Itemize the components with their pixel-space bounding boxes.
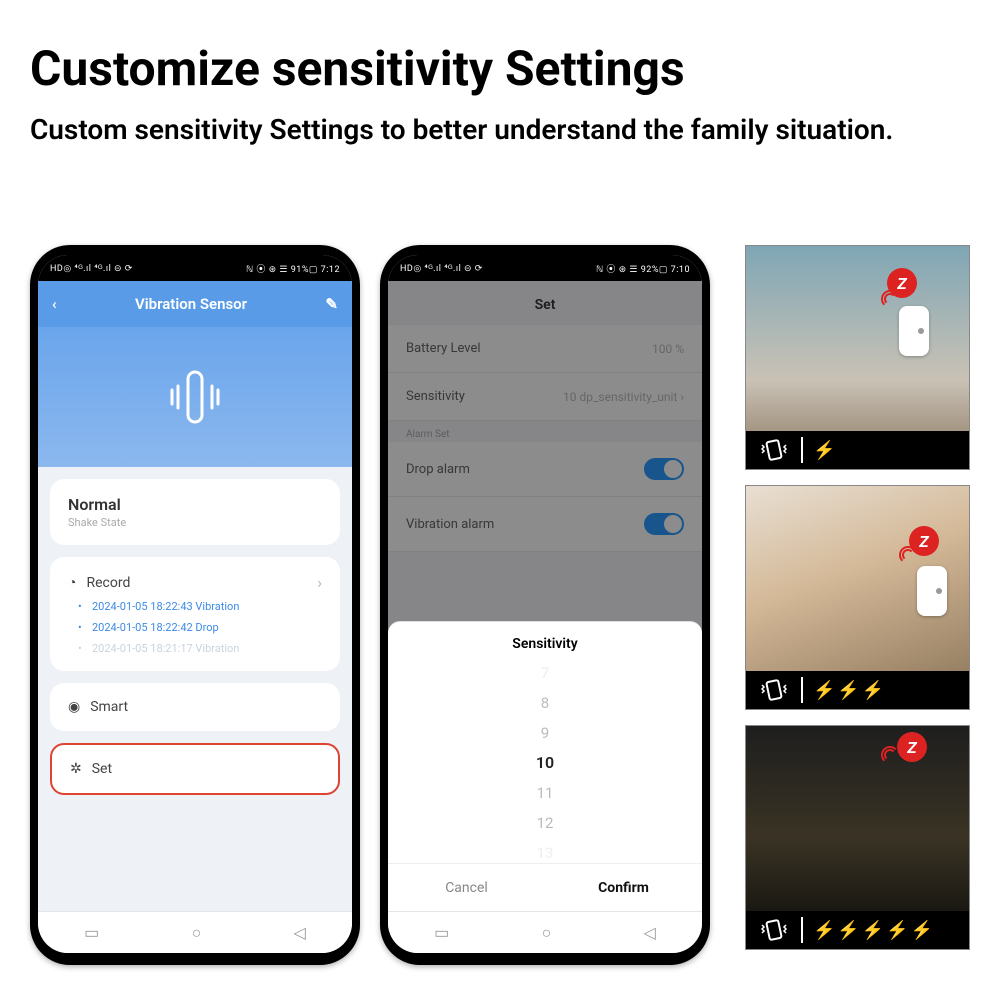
set-card[interactable]: ✲ Set <box>50 743 340 795</box>
nav-back-icon[interactable]: ◁ <box>644 923 656 942</box>
scenario-image-window: Z ⚡ <box>745 245 970 470</box>
state-value: Normal <box>68 495 322 514</box>
vibrate-icon <box>746 911 801 949</box>
scenario-image-safe: Z ⚡⚡⚡⚡⚡ <box>745 725 970 950</box>
nav-recent-icon[interactable]: ▭ <box>84 923 99 942</box>
picker-title: Sensitivity <box>388 622 702 662</box>
chevron-right-icon: › <box>317 573 322 592</box>
record-card[interactable]: ◔ Record › 2024-01-05 18:22:43 Vibration… <box>50 557 340 671</box>
headline: Customize sensitivity Settings <box>0 0 1000 107</box>
picker-list[interactable]: 7 8 9 10 11 12 13 <box>388 662 702 863</box>
nav-home-icon[interactable]: ○ <box>192 923 202 943</box>
scenario-image-door: Z ⚡⚡⚡ <box>745 485 970 710</box>
sensor-device-icon <box>899 306 929 356</box>
device-hero <box>38 327 352 467</box>
status-left: HD◎ ⁴ᴳ.ıl ⁴ᴳ.ıl ⊝ ⟳ <box>400 263 483 274</box>
circle-icon: ◉ <box>68 699 80 715</box>
vibrate-icon <box>746 431 801 469</box>
smart-card[interactable]: ◉ Smart <box>50 683 340 731</box>
phone-frame-1: HD◎ ⁴ᴳ.ıl ⁴ᴳ.ıl ⊝ ⟳ ℕ ⦿ ⊛ ☰ 91%▢ 7:12 ‹ … <box>30 245 360 965</box>
status-left: HD◎ ⁴ᴳ.ıl ⁴ᴳ.ıl ⊝ ⟳ <box>50 263 133 274</box>
sensitivity-picker: Sensitivity 7 8 9 10 11 12 13 Cancel Con… <box>388 621 702 911</box>
vibrate-icon <box>746 671 801 709</box>
signal-icon <box>881 290 899 308</box>
record-entry: 2024-01-05 18:22:42 Drop <box>68 621 322 634</box>
set-label: Set <box>92 761 112 777</box>
status-bar: HD◎ ⁴ᴳ.ıl ⁴ᴳ.ıl ⊝ ⟳ ℕ ⦿ ⊛ ☰ 92%▢ 7:10 <box>388 255 702 281</box>
state-label: Shake State <box>68 516 322 529</box>
zigbee-badge-icon: Z <box>897 732 927 762</box>
nav-bar: ▭ ○ ◁ <box>38 911 352 953</box>
clock-icon: ◔ <box>68 574 76 591</box>
nav-home-icon[interactable]: ○ <box>542 923 552 943</box>
nav-back-icon[interactable]: ◁ <box>294 923 306 942</box>
status-bar: HD◎ ⁴ᴳ.ıl ⁴ᴳ.ıl ⊝ ⟳ ℕ ⦿ ⊛ ☰ 91%▢ 7:12 <box>38 255 352 281</box>
picker-item[interactable]: 11 <box>537 778 554 808</box>
phone-frame-2: HD◎ ⁴ᴳ.ıl ⁴ᴳ.ıl ⊝ ⟳ ℕ ⦿ ⊛ ☰ 92%▢ 7:10 Se… <box>380 245 710 965</box>
state-card: Normal Shake State <box>50 479 340 545</box>
header-title: Vibration Sensor <box>57 295 326 313</box>
picker-item[interactable]: 9 <box>541 718 549 748</box>
sensor-device-icon <box>917 566 947 616</box>
intensity-bolts: ⚡⚡⚡⚡⚡ <box>803 920 969 941</box>
subheadline: Custom sensitivity Settings to better un… <box>0 107 1000 177</box>
nav-recent-icon[interactable]: ▭ <box>434 923 449 942</box>
record-entry: 2024-01-05 18:22:43 Vibration <box>68 600 322 613</box>
cancel-button[interactable]: Cancel <box>388 864 545 911</box>
status-right: ℕ ⦿ ⊛ ☰ 91%▢ 7:12 <box>246 262 340 275</box>
record-entry: 2024-01-05 18:21:17 Vibration <box>68 642 322 655</box>
gear-icon: ✲ <box>70 761 82 777</box>
edit-icon[interactable]: ✎ <box>325 295 338 313</box>
picker-item[interactable]: 13 <box>537 838 554 864</box>
signal-icon <box>899 546 917 564</box>
intensity-bolts: ⚡⚡⚡ <box>803 680 969 701</box>
confirm-button[interactable]: Confirm <box>545 864 702 911</box>
nav-bar: ▭ ○ ◁ <box>388 911 702 953</box>
picker-item-selected[interactable]: 10 <box>536 748 554 778</box>
vibration-sensor-icon <box>169 366 221 428</box>
app-header: ‹ Vibration Sensor ✎ <box>38 281 352 327</box>
picker-item[interactable]: 12 <box>537 808 554 838</box>
status-right: ℕ ⦿ ⊛ ☰ 92%▢ 7:10 <box>596 262 690 275</box>
picker-item[interactable]: 8 <box>541 688 549 718</box>
smart-label: Smart <box>90 699 128 715</box>
signal-icon <box>881 746 899 764</box>
record-label: Record <box>86 575 130 591</box>
picker-item[interactable]: 7 <box>541 662 549 688</box>
intensity-bolts: ⚡ <box>803 440 969 461</box>
